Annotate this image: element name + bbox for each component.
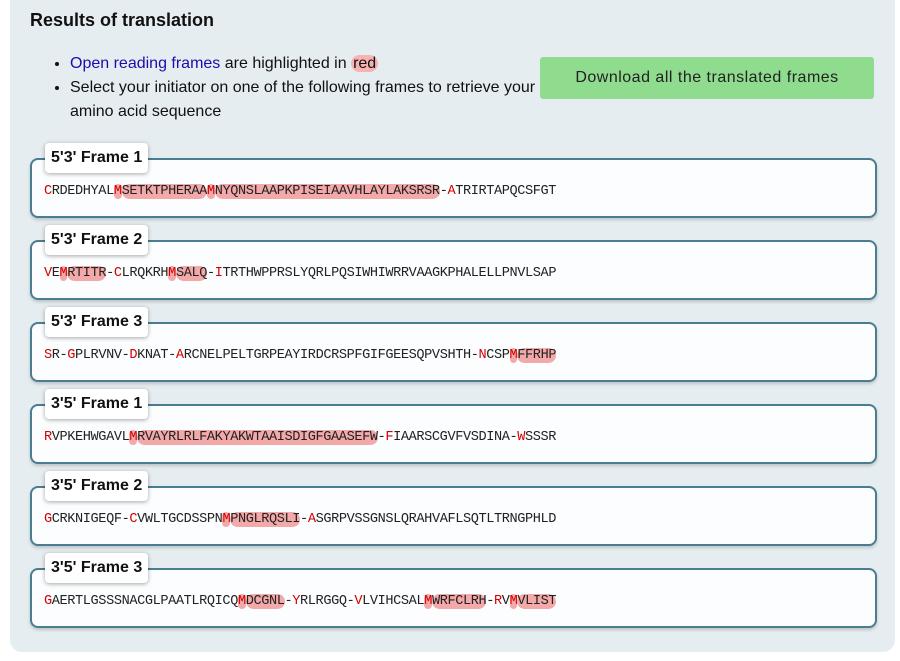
sequence-segment: - xyxy=(300,512,308,527)
orf-start-residue[interactable]: M xyxy=(168,266,176,281)
results-panel: Results of translation Open reading fram… xyxy=(10,0,895,652)
sequence-segment: TRTHWPPRSLYQRLPQSIWHIWRRVAAGKPHALELLPNVL… xyxy=(222,266,557,281)
frame-box: 3'5' Frame 2 GCRKNIGEQF-CVWLTGCDSSPNMPNGL… xyxy=(30,471,877,546)
orf-segment: SETKTPHERAA xyxy=(121,184,207,199)
results-heading: Results of translation xyxy=(30,10,215,30)
initiator-residue[interactable]: C xyxy=(129,512,137,527)
frame-label: 5'3' Frame 3 xyxy=(45,307,149,337)
sequence-segment: - xyxy=(486,594,495,609)
orf-segment: RVAYRLRLFAKYAKWTAAISDIGFGAASEFW xyxy=(137,430,378,445)
orf-segment: FFRHP xyxy=(517,348,557,363)
sequence-segment: RLRGGQ- xyxy=(300,594,355,609)
frame-label: 3'5' Frame 2 xyxy=(45,471,149,501)
sequence-segment: AERTLGSSSNACGLPAATLRQICQ xyxy=(51,594,239,609)
info-orf-text: are highlighted in xyxy=(220,55,352,72)
open-reading-frames-link[interactable]: Open reading frames xyxy=(70,55,220,72)
frame-label: 5'3' Frame 1 xyxy=(45,143,149,173)
initiator-residue[interactable]: G xyxy=(44,512,52,527)
orf-start-residue[interactable]: M xyxy=(129,430,137,445)
orf-segment: PNGLRQSLI xyxy=(230,512,301,527)
frame-label: 5'3' Frame 2 xyxy=(45,225,149,255)
sequence-segment: E xyxy=(51,266,60,281)
sequence-segment: CSP xyxy=(486,348,510,363)
initiator-residue[interactable]: A xyxy=(176,348,184,363)
initiator-residue[interactable]: Y xyxy=(292,594,300,609)
sequence-segment: SGRPVSSGNSLQRAHVAFLSQTLTRNGPHLD xyxy=(315,512,557,527)
initiator-residue[interactable]: G xyxy=(67,348,75,363)
frame-sequence: VEMRTITR-CLRQKRHMSALQ-ITRTHWPPRSLYQRLPQS… xyxy=(44,265,867,283)
frame-box: 3'5' Frame 1 RVPKEHWGAVLMRVAYRLRLFAKYAKWT… xyxy=(30,389,877,464)
initiator-residue[interactable]: S xyxy=(44,348,52,363)
initiator-residue[interactable]: V xyxy=(354,594,362,609)
info-item-instruction: Select your initiator on one of the foll… xyxy=(70,76,580,124)
orf-segment: VLIST xyxy=(517,594,557,609)
sequence-segment: V xyxy=(501,594,510,609)
sequence-segment: SSSR xyxy=(525,430,557,445)
sequence-segment: CRKNIGEQF- xyxy=(51,512,130,527)
red-highlight-word: red xyxy=(351,55,379,72)
sequence-segment: VPKEHWGAVL xyxy=(51,430,130,445)
frame-sequence: RVPKEHWGAVLMRVAYRLRLFAKYAKWTAAISDIGFGAAS… xyxy=(44,429,867,447)
orf-segment: RTITR xyxy=(67,266,107,281)
sequence-segment: LVIHCSAL xyxy=(362,594,425,609)
frame-box: 5'3' Frame 3 SR-GPLRVNV-DKNAT-ARCNELPELTG… xyxy=(30,307,877,382)
initiator-residue[interactable]: C xyxy=(114,266,122,281)
initiator-residue[interactable]: R xyxy=(44,430,52,445)
orf-segment: DCGNL xyxy=(245,594,285,609)
frame-sequence: GAERTLGSSSNACGLPAATLRQICQMDCGNL-YRLRGGQ-… xyxy=(44,593,867,611)
frame-box: 5'3' Frame 1 CRDEDHYALMSETKTPHERAAMNYQNSL… xyxy=(30,143,877,218)
sequence-segment: PLRVNV- xyxy=(75,348,130,363)
orf-start-residue[interactable]: M xyxy=(113,184,122,199)
sequence-segment: RCNELPELTGRPEAYIRDCRSPFGIFGEESQPVSHTH- xyxy=(183,348,479,363)
orf-start-residue[interactable]: M xyxy=(424,594,432,609)
frame-label: 3'5' Frame 3 xyxy=(45,553,149,583)
frame-box: 5'3' Frame 2 VEMRTITR-CLRQKRHMSALQ-ITRTHW… xyxy=(30,225,877,300)
sequence-segment: KNAT- xyxy=(137,348,176,363)
orf-segment: NYQNSLAAPKPISEIAAVHLAYLAKSRSR xyxy=(214,184,440,199)
orf-segment: SALQ xyxy=(175,266,207,281)
sequence-segment: TRIRTAPQCSFGT xyxy=(455,184,557,199)
orf-segment: WRFCLRH xyxy=(431,594,487,609)
initiator-residue[interactable]: C xyxy=(44,184,52,199)
initiator-residue[interactable]: D xyxy=(129,348,137,363)
download-all-frames-button[interactable]: Download all the translated frames xyxy=(540,57,874,99)
initiator-residue[interactable]: I xyxy=(215,266,223,281)
sequence-segment: - xyxy=(106,266,114,281)
sequence-segment: RDEDHYAL xyxy=(51,184,114,199)
initiator-residue[interactable]: G xyxy=(44,594,52,609)
frame-box: 3'5' Frame 3 GAERTLGSSSNACGLPAATLRQICQMDC… xyxy=(30,553,877,628)
initiator-residue[interactable]: W xyxy=(517,430,525,445)
info-list: Open reading frames are highlighted in r… xyxy=(40,52,580,124)
initiator-residue[interactable]: V xyxy=(44,266,52,281)
frame-sequence: CRDEDHYALMSETKTPHERAAMNYQNSLAAPKPISEIAAV… xyxy=(44,183,867,201)
initiator-residue[interactable]: R xyxy=(494,594,502,609)
sequence-segment: VWLTGCDSSPN xyxy=(137,512,223,527)
info-item-orf: Open reading frames are highlighted in r… xyxy=(70,52,580,76)
sequence-segment: - xyxy=(206,266,215,281)
orf-start-residue[interactable]: M xyxy=(206,184,215,199)
frame-label: 3'5' Frame 1 xyxy=(45,389,149,419)
initiator-residue[interactable]: F xyxy=(385,430,393,445)
initiator-residue[interactable]: A xyxy=(308,512,316,527)
sequence-segment: IAARSCGVFVSDINA- xyxy=(393,430,518,445)
frame-sequence: GCRKNIGEQF-CVWLTGCDSSPNMPNGLRQSLI-ASGRPV… xyxy=(44,511,867,529)
frame-sequence: SR-GPLRVNV-DKNAT-ARCNELPELTGRPEAYIRDCRSP… xyxy=(44,347,867,365)
sequence-segment: LRQKRH xyxy=(121,266,169,281)
sequence-segment: R- xyxy=(51,348,68,363)
orf-start-residue[interactable]: M xyxy=(237,594,246,609)
